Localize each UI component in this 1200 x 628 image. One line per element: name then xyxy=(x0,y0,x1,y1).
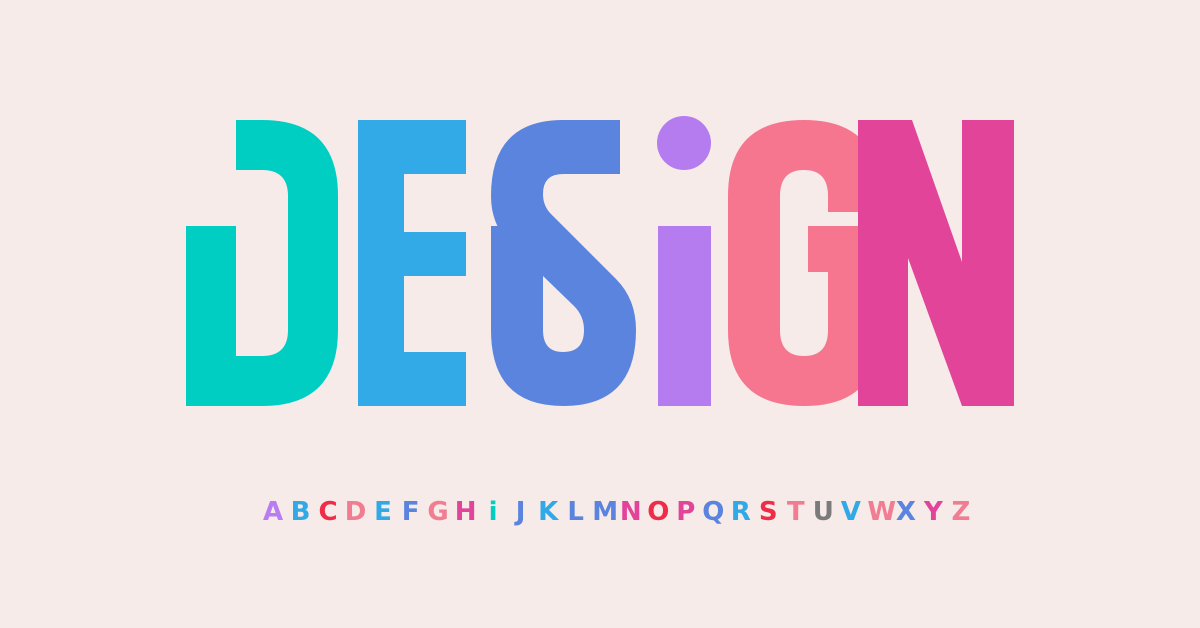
alphabet-letter-e: E xyxy=(374,497,392,527)
alphabet-letter-d: D xyxy=(344,497,367,527)
alphabet-letter-s: S xyxy=(758,497,778,527)
heading-letter-e xyxy=(358,120,466,406)
alphabet-letter-l: L xyxy=(567,497,584,527)
alphabet-letter-h: H xyxy=(454,497,477,527)
alphabet-letter-i: i xyxy=(488,497,498,527)
heading-letter-n xyxy=(858,120,1014,406)
alphabet-letter-k: K xyxy=(538,497,559,527)
design-heading-artwork xyxy=(186,116,1014,406)
heading-letter-d xyxy=(186,120,338,406)
alphabet-letter-z: Z xyxy=(951,497,971,527)
alphabet-letter-j: J xyxy=(515,497,526,527)
alphabet-letter-y: Y xyxy=(923,497,943,527)
alphabet-letter-m: M xyxy=(592,497,619,527)
heading-letter-i xyxy=(657,116,711,406)
alphabet-letter-v: V xyxy=(840,497,861,527)
alphabet-letter-g: G xyxy=(427,497,449,527)
alphabet-letter-a: A xyxy=(262,497,284,527)
alphabet-letter-x: X xyxy=(895,497,916,527)
alphabet-letter-n: N xyxy=(619,497,642,527)
alphabet-letter-p: P xyxy=(676,497,696,527)
alphabet-letter-b: B xyxy=(290,497,311,527)
alphabet-letter-t: T xyxy=(786,497,805,527)
alphabet-letter-w: W xyxy=(867,497,897,527)
design-typography-banner: DESIGN A B C D E F G H I J K L M N O P Q… xyxy=(0,0,1200,628)
alphabet-letter-u: U xyxy=(812,497,834,527)
heading-letter-g xyxy=(728,120,880,406)
heading-letter-s xyxy=(491,120,636,406)
alphabet-row: ABCDEFGHiJKLMNOPQRSTUVWXYZ xyxy=(262,497,972,527)
alphabet-letter-r: R xyxy=(730,497,751,527)
alphabet-letter-f: F xyxy=(401,497,420,527)
alphabet-letter-o: O xyxy=(647,497,670,527)
alphabet-letter-c: C xyxy=(318,497,338,527)
alphabet-letter-q: Q xyxy=(702,497,725,527)
